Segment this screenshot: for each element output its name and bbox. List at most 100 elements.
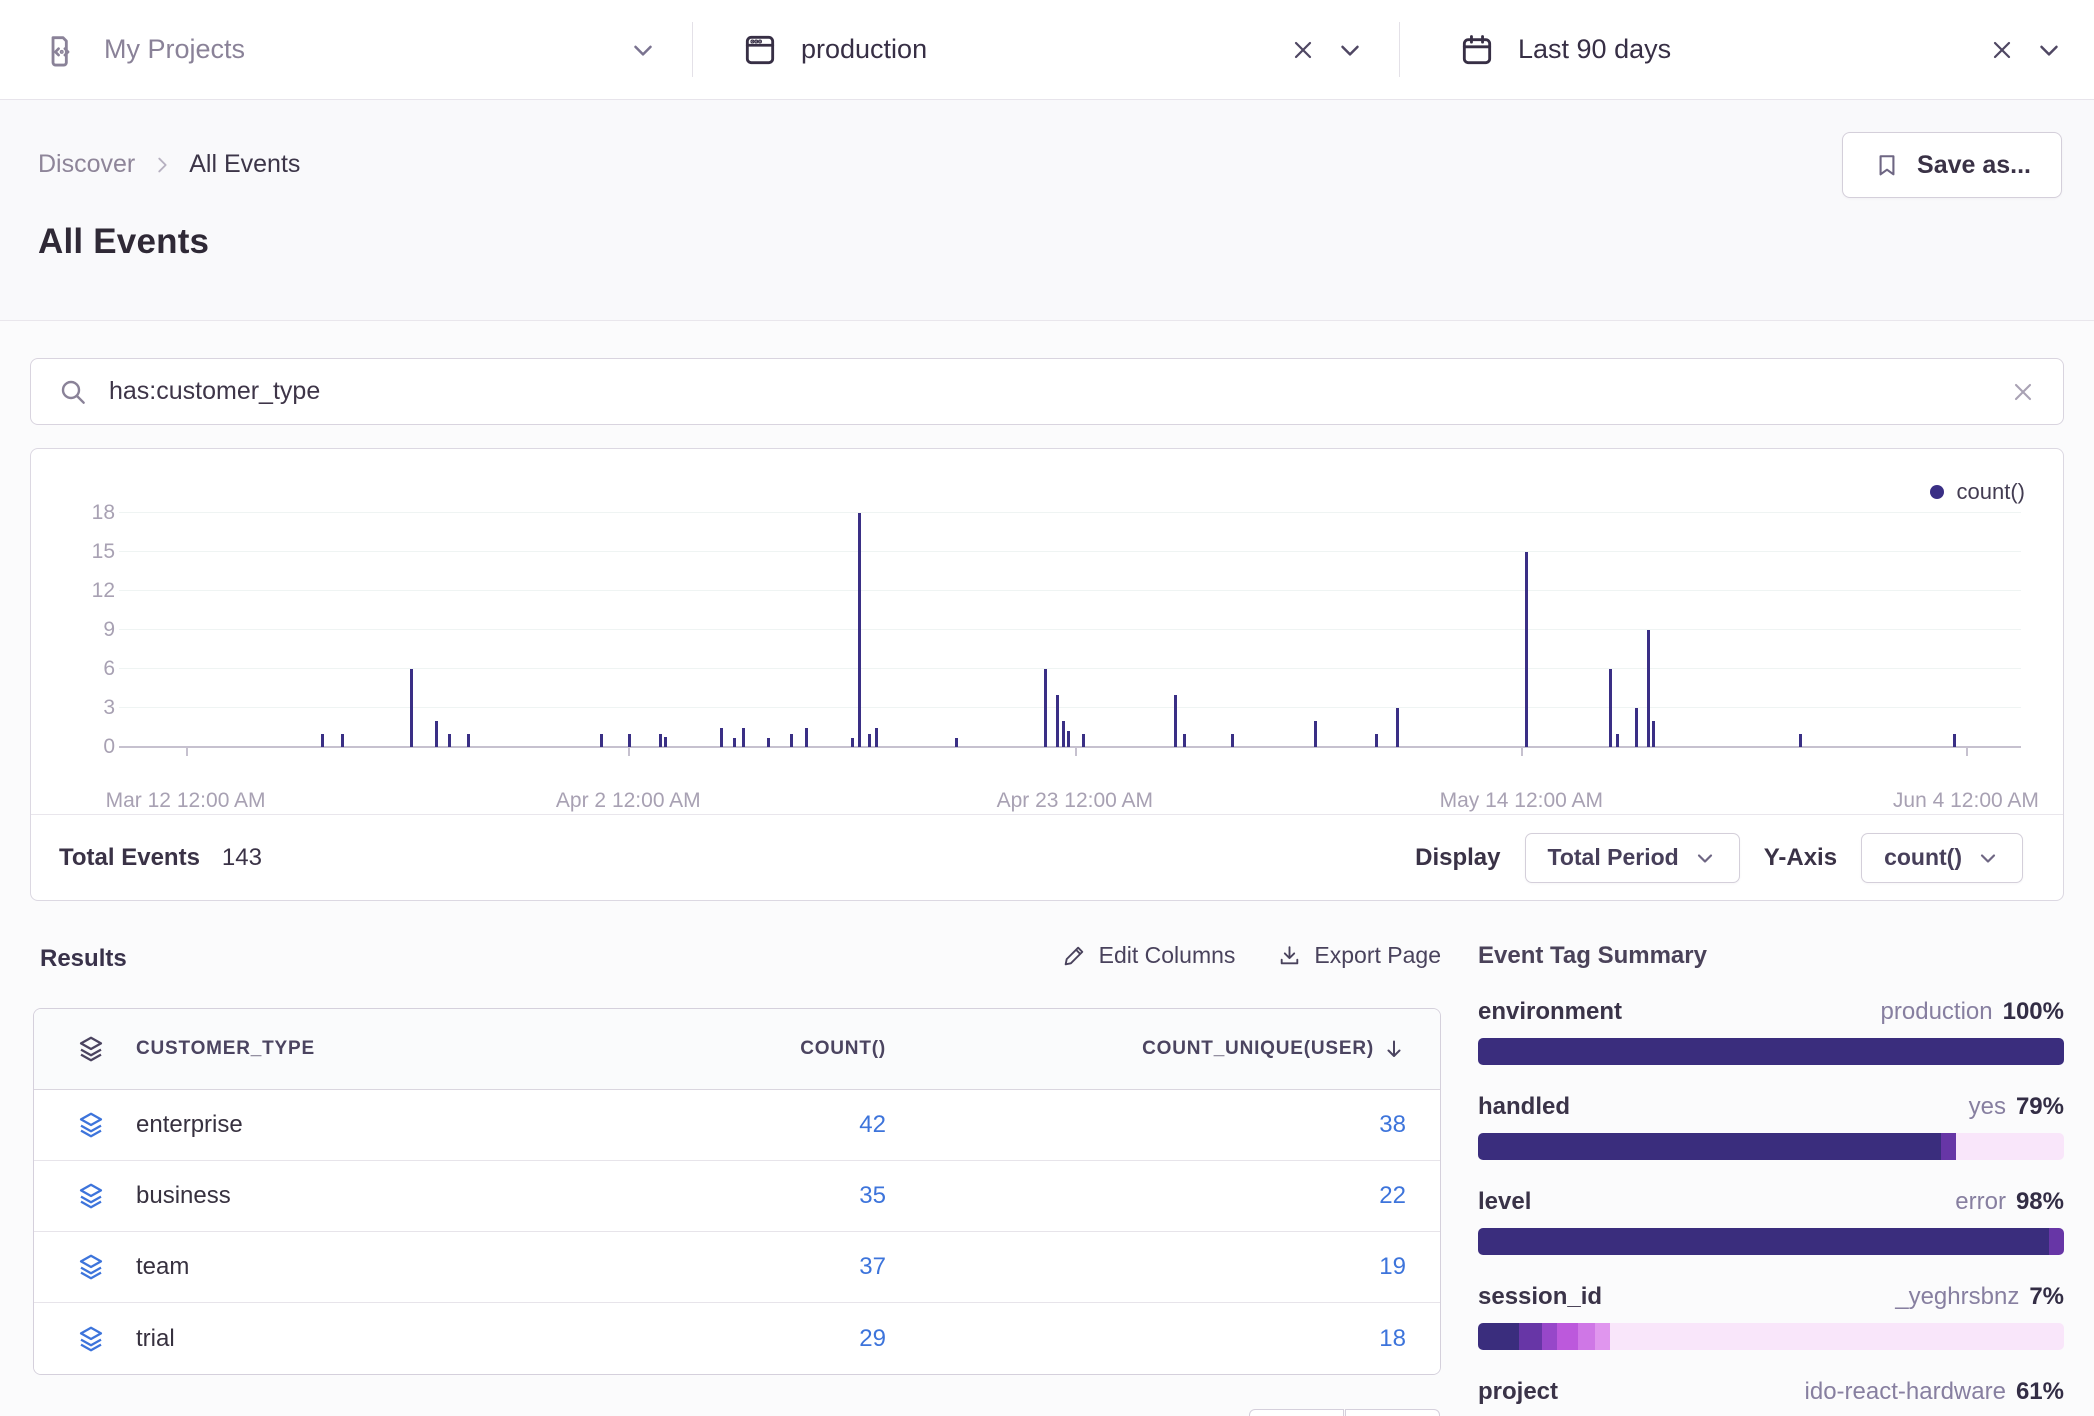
chart-bar[interactable] bbox=[1652, 721, 1655, 747]
count-cell-link[interactable]: 29 bbox=[859, 1325, 886, 1352]
chart-bar[interactable] bbox=[1183, 734, 1186, 747]
chart-bar[interactable] bbox=[1799, 734, 1802, 747]
chart-bar[interactable] bbox=[790, 734, 793, 747]
chart-bar[interactable] bbox=[410, 669, 413, 747]
chart-bar[interactable] bbox=[742, 728, 745, 747]
chart-gridline bbox=[119, 707, 2021, 708]
events-chart[interactable]: count() 0369121518 Mar 12 12:00 AMApr 2 … bbox=[31, 449, 2063, 816]
chart-bar[interactable] bbox=[341, 734, 344, 747]
chart-bar[interactable] bbox=[600, 734, 603, 747]
clear-filter-icon[interactable] bbox=[1289, 36, 1317, 64]
tag-distribution-bar[interactable] bbox=[1478, 1323, 2064, 1350]
chart-bar[interactable] bbox=[1609, 669, 1612, 747]
y-axis-tick-label: 18 bbox=[45, 501, 115, 525]
table-row: enterprise4238 bbox=[34, 1090, 1440, 1161]
chart-bar[interactable] bbox=[1396, 708, 1399, 747]
chart-bar[interactable] bbox=[664, 737, 667, 747]
chart-bar[interactable] bbox=[1056, 695, 1059, 747]
column-header-count-unique[interactable]: COUNT_UNIQUE(USER) bbox=[1142, 1038, 1374, 1060]
pagination-previous-button[interactable] bbox=[1249, 1409, 1344, 1416]
pagination-next-button[interactable] bbox=[1345, 1409, 1440, 1416]
search-input[interactable] bbox=[109, 377, 1989, 406]
chart-bar[interactable] bbox=[1231, 734, 1234, 747]
chart-bar[interactable] bbox=[720, 728, 723, 747]
chart-bar[interactable] bbox=[955, 738, 958, 747]
chart-bar[interactable] bbox=[733, 738, 736, 747]
chart-bar[interactable] bbox=[1062, 721, 1065, 747]
chart-bar[interactable] bbox=[1067, 731, 1070, 747]
tag-distribution-bar[interactable] bbox=[1478, 1228, 2064, 1255]
chart-bar[interactable] bbox=[1635, 708, 1638, 747]
chevron-down-icon[interactable] bbox=[1335, 35, 1365, 65]
chart-bar[interactable] bbox=[659, 734, 662, 747]
save-as-button[interactable]: Save as... bbox=[1842, 132, 2062, 198]
environment-filter[interactable]: production bbox=[693, 0, 1399, 99]
column-header-count[interactable]: COUNT() bbox=[800, 1038, 886, 1059]
chart-bar[interactable] bbox=[1044, 669, 1047, 747]
chart-bar[interactable] bbox=[628, 734, 631, 747]
calendar-icon bbox=[1458, 31, 1496, 69]
window-icon bbox=[741, 31, 779, 69]
download-icon bbox=[1277, 943, 1302, 968]
tag-bar-segment[interactable] bbox=[1519, 1323, 1542, 1350]
tag-bar-segment[interactable] bbox=[1578, 1323, 1596, 1350]
chevron-down-icon[interactable] bbox=[628, 35, 658, 65]
tag-bar-segment[interactable] bbox=[2049, 1228, 2064, 1255]
chart-bar[interactable] bbox=[1525, 552, 1528, 747]
tag-distribution-bar[interactable] bbox=[1478, 1133, 2064, 1160]
count-cell-link[interactable]: 37 bbox=[859, 1253, 886, 1280]
tag-bar-segment[interactable] bbox=[1478, 1133, 1941, 1160]
chart-bar[interactable] bbox=[1174, 695, 1177, 747]
tag-bar-segment[interactable] bbox=[1595, 1323, 1610, 1350]
chart-bar[interactable] bbox=[851, 738, 854, 747]
chart-bar[interactable] bbox=[467, 734, 470, 747]
chart-bar[interactable] bbox=[1314, 721, 1317, 747]
date-range-filter[interactable]: Last 90 days bbox=[1400, 0, 2094, 99]
stack-icon bbox=[76, 1110, 106, 1140]
chart-bar[interactable] bbox=[448, 734, 451, 747]
tag-bar-segment[interactable] bbox=[1557, 1323, 1578, 1350]
chart-bar[interactable] bbox=[1616, 734, 1619, 747]
tag-distribution-bar[interactable] bbox=[1478, 1038, 2064, 1065]
tag-bar-segment[interactable] bbox=[1478, 1228, 2049, 1255]
tag-bar-segment[interactable] bbox=[1542, 1323, 1557, 1350]
chart-bar[interactable] bbox=[858, 513, 861, 747]
export-page-button[interactable]: Export Page bbox=[1277, 942, 1441, 969]
chart-bar[interactable] bbox=[321, 734, 324, 747]
tag-percent: 61% bbox=[2016, 1378, 2064, 1406]
search-bar bbox=[30, 358, 2064, 425]
tag-bar-segment[interactable] bbox=[1941, 1133, 1956, 1160]
chart-gridline bbox=[119, 551, 2021, 552]
bookmark-icon bbox=[1873, 151, 1901, 179]
breadcrumb-discover-link[interactable]: Discover bbox=[38, 150, 135, 179]
count-unique-cell-link[interactable]: 18 bbox=[1379, 1325, 1406, 1353]
sort-descending-icon[interactable] bbox=[1382, 1037, 1406, 1061]
tag-bar-segment[interactable] bbox=[1478, 1323, 1519, 1350]
chart-bar[interactable] bbox=[1082, 734, 1085, 747]
chevron-down-icon[interactable] bbox=[2034, 35, 2064, 65]
table-row: team3719 bbox=[34, 1232, 1440, 1303]
chart-bar[interactable] bbox=[1953, 734, 1956, 747]
count-cell-link[interactable]: 35 bbox=[859, 1182, 886, 1209]
display-dropdown[interactable]: Total Period bbox=[1525, 833, 1740, 883]
count-unique-cell-link[interactable]: 38 bbox=[1379, 1111, 1406, 1139]
chart-bar[interactable] bbox=[805, 728, 808, 747]
chart-bar[interactable] bbox=[435, 721, 438, 747]
y-axis-dropdown[interactable]: count() bbox=[1861, 833, 2023, 883]
edit-columns-button[interactable]: Edit Columns bbox=[1062, 942, 1236, 969]
count-cell-link[interactable]: 42 bbox=[859, 1111, 886, 1138]
clear-search-icon[interactable] bbox=[2009, 378, 2037, 406]
tag-bar-segment[interactable] bbox=[1478, 1038, 2064, 1065]
project-selector[interactable]: My Projects bbox=[0, 0, 692, 99]
chart-bar[interactable] bbox=[1375, 734, 1378, 747]
breadcrumb: Discover All Events bbox=[38, 150, 300, 179]
chart-legend[interactable]: count() bbox=[1930, 479, 2025, 505]
chart-bar[interactable] bbox=[875, 728, 878, 747]
count-unique-cell-link[interactable]: 19 bbox=[1379, 1253, 1406, 1281]
chart-bar[interactable] bbox=[868, 734, 871, 747]
clear-filter-icon[interactable] bbox=[1988, 36, 2016, 64]
chart-bar[interactable] bbox=[767, 738, 770, 747]
chart-bar[interactable] bbox=[1647, 630, 1650, 747]
count-unique-cell-link[interactable]: 22 bbox=[1379, 1182, 1406, 1210]
column-header-customer-type[interactable]: CUSTOMER_TYPE bbox=[136, 1038, 315, 1060]
